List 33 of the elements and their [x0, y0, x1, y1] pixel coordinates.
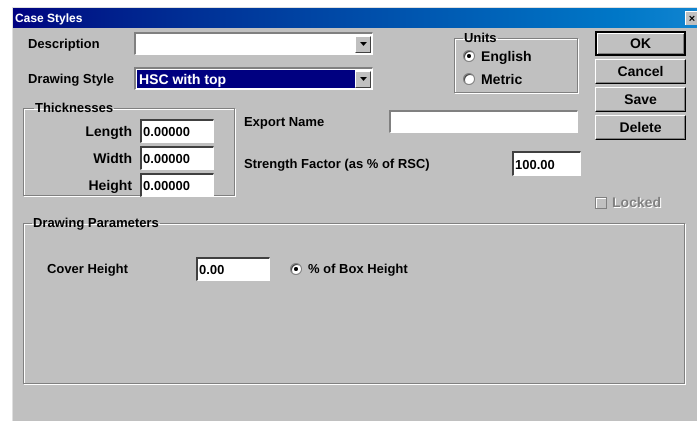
window-title: Case Styles: [15, 10, 82, 27]
group-title: Thicknesses: [34, 101, 114, 115]
drawing-style-dropdown[interactable]: HSC with top: [134, 67, 373, 90]
radio-button[interactable]: [290, 263, 302, 275]
dialog-button[interactable]: OK: [595, 31, 686, 56]
field-label: Height: [87, 176, 133, 195]
group-title: Drawing Parameters: [32, 216, 160, 230]
radio-label: % of Box Height: [308, 260, 408, 278]
field-label: Cover Height: [47, 260, 129, 278]
field-label: Description: [27, 34, 101, 53]
checkbox-label: Locked: [612, 193, 662, 212]
field-label: Width: [92, 148, 133, 168]
radio-button[interactable]: [463, 50, 475, 62]
dialog-button[interactable]: Delete: [595, 115, 686, 140]
dialog-button[interactable]: Save: [595, 87, 686, 112]
dropdown-value: HSC with top: [137, 70, 355, 88]
thickness-field[interactable]: 0.00000: [140, 119, 214, 143]
dialog-button[interactable]: Cancel: [595, 59, 686, 84]
field-label: Length: [84, 122, 133, 141]
thickness-field[interactable]: 0.00000: [140, 146, 214, 170]
cover-height-field[interactable]: 0.00: [196, 257, 270, 281]
radio-button[interactable]: [463, 73, 475, 85]
field-label: Drawing Style: [27, 70, 115, 88]
radio-label: English: [481, 46, 532, 66]
radio-label: Metric: [481, 70, 522, 88]
export-name-field[interactable]: [389, 110, 578, 133]
group-title: Units: [463, 31, 498, 45]
thickness-field[interactable]: 0.00000: [140, 173, 214, 197]
strength-factor-field[interactable]: 100.00: [512, 151, 581, 176]
description-dropdown[interactable]: [134, 32, 373, 55]
close-button[interactable]: ×: [685, 11, 697, 25]
field-label: Strength Factor (as % of RSC): [244, 154, 431, 173]
field-label: Export Name: [244, 112, 326, 131]
